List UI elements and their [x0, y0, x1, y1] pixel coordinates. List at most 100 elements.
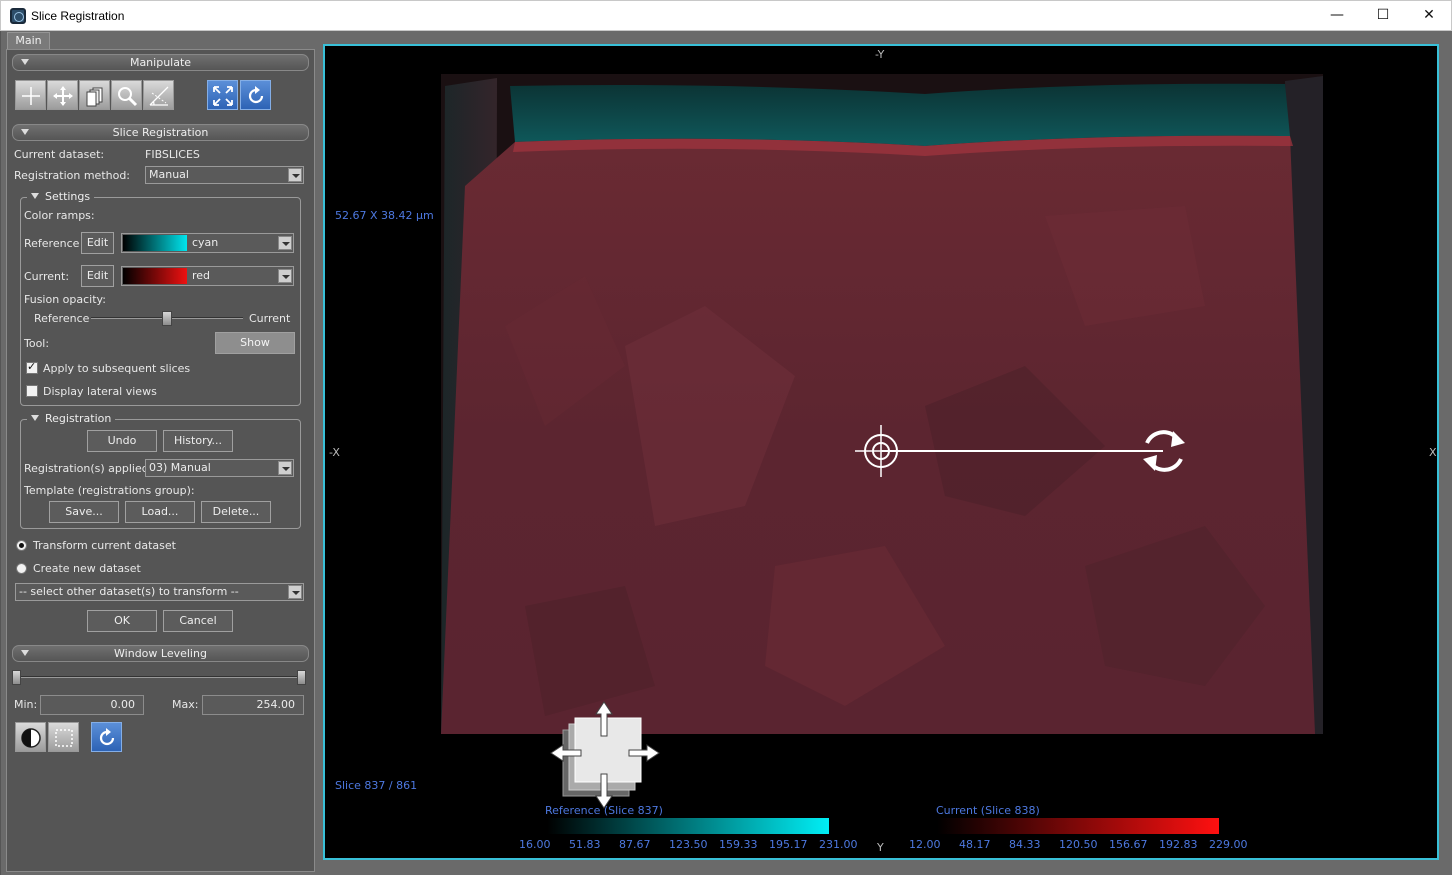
- display-lateral-checkbox[interactable]: [26, 385, 38, 397]
- current-edit-button[interactable]: Edit: [81, 265, 114, 287]
- registration-method-label: Registration method:: [14, 169, 131, 182]
- template-save-button[interactable]: Save...: [49, 501, 119, 523]
- window-leveling-header[interactable]: Window Leveling: [12, 645, 309, 662]
- apply-subsequent-label: Apply to subsequent slices: [43, 362, 191, 375]
- current-ramp-select[interactable]: red: [121, 266, 294, 286]
- registration-method-value: Manual: [149, 168, 189, 181]
- reference-ramp-value: cyan: [192, 236, 219, 249]
- angle-tool-button[interactable]: [143, 80, 174, 110]
- axis-label-bottom: Y: [877, 841, 884, 854]
- move-tool-button[interactable]: [47, 80, 78, 110]
- collapse-triangle-icon: [31, 193, 39, 199]
- dropdown-arrow-icon: [288, 168, 302, 182]
- transform-current-label: Transform current dataset: [33, 539, 176, 552]
- reset-view-button[interactable]: [240, 80, 271, 110]
- fit-view-button[interactable]: [207, 80, 238, 110]
- refresh-icon: [248, 86, 264, 104]
- contrast-icon: [21, 728, 41, 748]
- tab-main[interactable]: Main: [7, 32, 50, 49]
- tool-show-button[interactable]: Show: [215, 332, 295, 354]
- slices-tool-button[interactable]: [79, 80, 110, 110]
- crosshair-icon: [22, 87, 40, 105]
- minimize-button[interactable]: —: [1314, 1, 1360, 31]
- angle-measure-icon: [149, 86, 169, 106]
- title-bar: Slice Registration — ☐ ✕: [0, 0, 1452, 31]
- fused-slice-image[interactable]: [325, 46, 1437, 858]
- reference-tick-label: 51.83: [569, 838, 601, 851]
- reset-window-level-button[interactable]: [91, 722, 122, 752]
- transform-current-radio[interactable]: [16, 540, 27, 551]
- create-new-radio[interactable]: [16, 563, 27, 574]
- history-button[interactable]: History...: [163, 430, 233, 452]
- zoom-tool-button[interactable]: [111, 80, 142, 110]
- other-datasets-value: -- select other dataset(s) to transform …: [19, 585, 239, 598]
- min-input[interactable]: 0.00: [40, 695, 144, 715]
- app-icon: [10, 8, 26, 24]
- reference-ramp-label: Reference: [24, 237, 80, 250]
- collapse-triangle-icon: [21, 129, 29, 135]
- app-body: Main Manipulate Slice Registration Curre…: [0, 31, 1452, 875]
- settings-group-title[interactable]: Settings: [27, 190, 95, 203]
- fusion-opacity-label: Fusion opacity:: [24, 293, 106, 306]
- apply-subsequent-checkbox[interactable]: [26, 360, 38, 374]
- registration-method-select[interactable]: Manual: [145, 166, 304, 184]
- manipulate-header-label: Manipulate: [129, 56, 192, 69]
- template-load-button[interactable]: Load...: [125, 501, 195, 523]
- max-input[interactable]: 254.00: [202, 695, 304, 715]
- dashed-rectangle-icon: [55, 729, 73, 747]
- manipulate-header[interactable]: Manipulate: [12, 54, 309, 71]
- template-delete-button[interactable]: Delete...: [201, 501, 271, 523]
- current-dataset-label: Current dataset:: [14, 148, 105, 161]
- reference-tick-label: 231.00: [819, 838, 858, 851]
- cancel-button[interactable]: Cancel: [163, 610, 233, 632]
- axis-label-right: X: [1429, 446, 1437, 459]
- reference-tick-label: 159.33: [719, 838, 758, 851]
- undo-button[interactable]: Undo: [87, 430, 157, 452]
- display-lateral-label: Display lateral views: [43, 385, 157, 398]
- fusion-left-label: Reference: [34, 312, 90, 325]
- collapse-triangle-icon: [31, 415, 39, 421]
- axis-label-top: -Y: [875, 48, 885, 61]
- slice-registration-header[interactable]: Slice Registration: [12, 124, 309, 141]
- registrations-applied-value: 03) Manual: [149, 461, 211, 474]
- reference-color-bar: [547, 818, 829, 834]
- reference-tick-label: 16.00: [519, 838, 551, 851]
- slice-index-label: Slice 837 / 861: [335, 779, 418, 792]
- stacked-pages-icon: [86, 87, 103, 107]
- close-button[interactable]: ✕: [1406, 1, 1452, 31]
- template-label: Template (registrations group):: [24, 484, 195, 497]
- move-arrows-icon: [53, 86, 73, 106]
- reference-ramp-select[interactable]: cyan: [121, 233, 294, 253]
- reference-tick-label: 195.17: [769, 838, 808, 851]
- image-viewport[interactable]: -Y Y -X X 52.67 X 38.42 µm Slice 837 / 8…: [323, 44, 1439, 860]
- fusion-opacity-slider[interactable]: [91, 311, 243, 326]
- expand-arrows-icon: [213, 86, 233, 106]
- window-level-range-slider[interactable]: [12, 670, 306, 685]
- registrations-applied-select[interactable]: 03) Manual: [145, 459, 294, 477]
- window-leveling-header-label: Window Leveling: [114, 647, 207, 660]
- dropdown-arrow-icon: [278, 236, 292, 250]
- other-datasets-select[interactable]: -- select other dataset(s) to transform …: [15, 583, 304, 601]
- fusion-right-label: Current: [249, 312, 291, 325]
- window-level-max-handle[interactable]: [297, 670, 306, 685]
- region-select-button[interactable]: [48, 722, 79, 752]
- image-dimensions-label: 52.67 X 38.42 µm: [335, 209, 434, 222]
- color-ramps-label: Color ramps:: [24, 209, 95, 222]
- window-level-min-handle[interactable]: [12, 670, 21, 685]
- fusion-slider-handle[interactable]: [162, 311, 172, 326]
- tool-label: Tool:: [24, 337, 50, 350]
- current-tick-label: 12.00: [909, 838, 941, 851]
- magnifier-icon: [118, 87, 138, 107]
- reference-edit-button[interactable]: Edit: [81, 232, 114, 254]
- crosshair-tool-button[interactable]: [15, 80, 46, 110]
- left-panel: Manipulate Slice Registration Current da…: [6, 49, 315, 872]
- registrations-applied-label: Registration(s) applied:: [24, 462, 153, 475]
- cyan-gradient-swatch: [123, 235, 187, 251]
- slice-registration-header-label: Slice Registration: [112, 126, 209, 139]
- axis-label-left: -X: [329, 446, 340, 459]
- contrast-button[interactable]: [15, 722, 46, 752]
- registration-group-title[interactable]: Registration: [27, 412, 116, 425]
- ok-button[interactable]: OK: [87, 610, 157, 632]
- maximize-button[interactable]: ☐: [1360, 1, 1406, 31]
- max-label: Max:: [172, 698, 199, 711]
